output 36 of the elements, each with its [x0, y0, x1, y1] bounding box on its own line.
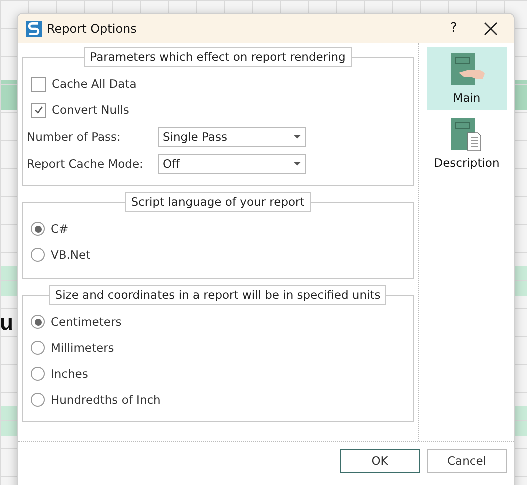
check-icon — [32, 104, 44, 116]
checkbox[interactable] — [31, 102, 46, 118]
radio-button[interactable] — [31, 341, 45, 355]
app-logo-icon — [26, 20, 42, 36]
dropdown[interactable]: Off — [158, 154, 306, 174]
radio-label[interactable]: Millimeters — [51, 341, 114, 355]
sidebar-item[interactable]: Description — [427, 112, 507, 175]
radio-label[interactable]: VB.Net — [51, 248, 91, 262]
checkbox[interactable] — [31, 76, 46, 92]
help-button[interactable]: ? — [444, 21, 464, 36]
radio-button[interactable] — [31, 367, 45, 381]
panel-hand-icon — [449, 52, 485, 86]
dropdown[interactable]: Single Pass — [158, 126, 306, 146]
heading-text: u — [0, 310, 14, 336]
radio-button[interactable] — [31, 315, 45, 329]
field-label: Report Cache Mode: — [27, 156, 144, 170]
close-icon — [484, 22, 498, 36]
caret-icon — [294, 134, 301, 138]
caret-icon — [294, 162, 301, 166]
cancel-button[interactable]: Cancel — [427, 449, 507, 473]
radio-label[interactable]: Inches — [51, 367, 88, 381]
sidebar-item[interactable]: Main — [427, 47, 507, 110]
group-legend: Parameters which effect on report rendering — [84, 47, 352, 67]
radio-button[interactable] — [31, 248, 45, 262]
ok-button[interactable]: OK — [340, 449, 420, 473]
radio-button[interactable] — [31, 222, 45, 236]
radio-label[interactable]: Centimeters — [51, 315, 122, 329]
radio-label[interactable]: Hundredths of Inch — [51, 393, 161, 407]
window-title: Report Options — [47, 22, 137, 36]
field-label: Number of Pass: — [27, 130, 122, 144]
group-legend: Script language of your report — [125, 192, 311, 212]
checkbox-label[interactable]: Cache All Data — [52, 77, 137, 91]
radio-button[interactable] — [31, 393, 45, 407]
checkbox-label[interactable]: Convert Nulls — [52, 103, 130, 117]
group-legend: Size and coordinates in a report will be in specified units — [49, 285, 387, 305]
radio-label[interactable]: C# — [51, 222, 69, 236]
